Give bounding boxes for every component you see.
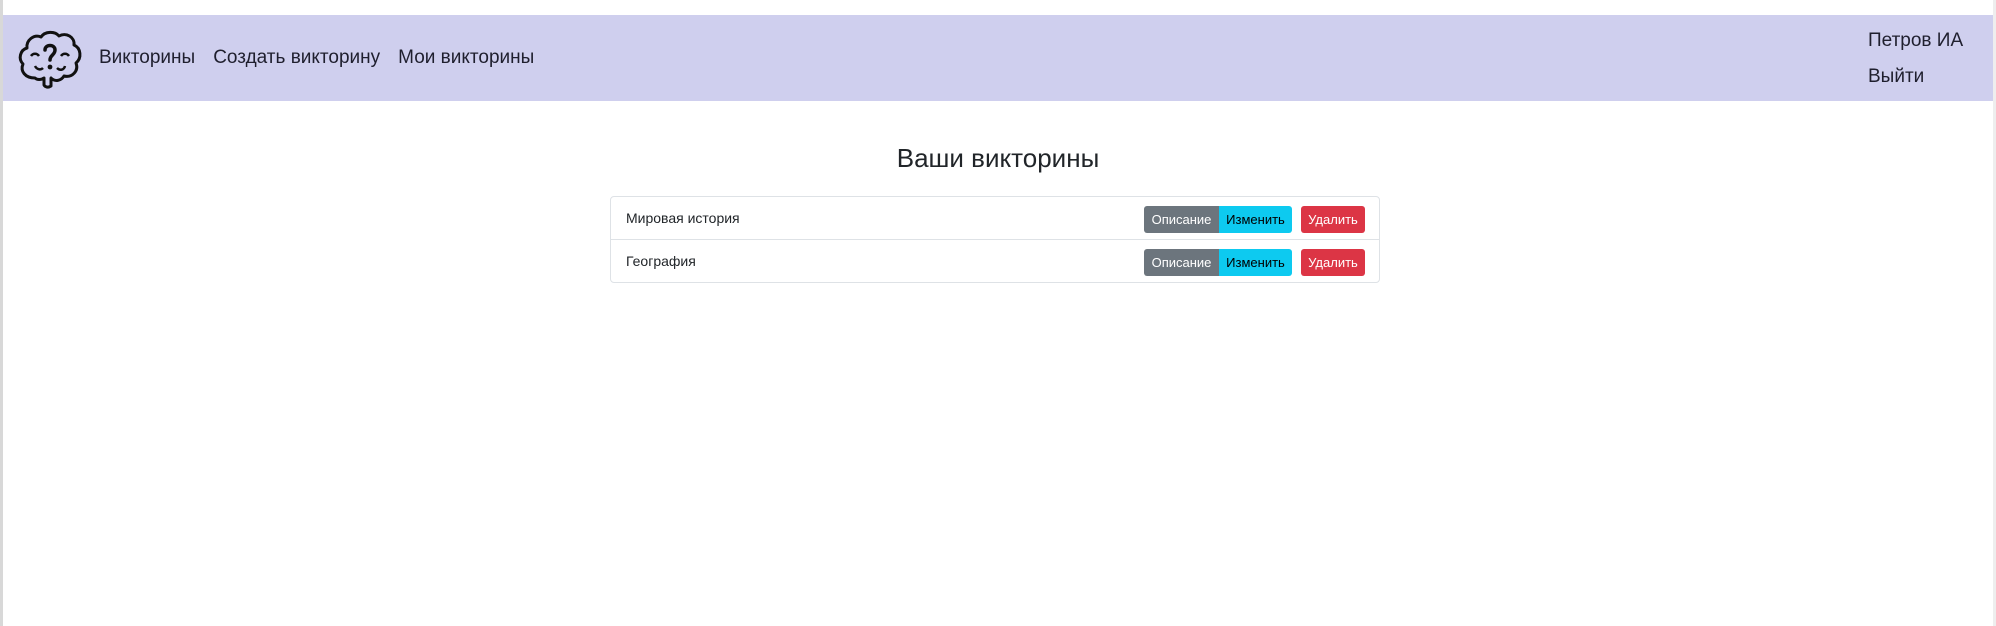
edit-button[interactable]: Изменить xyxy=(1219,249,1292,276)
nav-link-my-quizzes[interactable]: Мои викторины xyxy=(398,47,534,69)
navbar: Викторины Создать викторину Мои викторин… xyxy=(3,15,1993,101)
logout-link[interactable]: Выйти xyxy=(1868,63,1963,91)
brain-question-icon[interactable] xyxy=(17,28,83,90)
nav-link-quizzes[interactable]: Викторины xyxy=(99,47,195,69)
quiz-name: География xyxy=(626,253,696,269)
quiz-name: Мировая история xyxy=(626,210,740,226)
delete-button[interactable]: Удалить xyxy=(1301,249,1365,276)
quiz-row: География Описание Изменить Удалить xyxy=(611,240,1379,282)
edit-button[interactable]: Изменить xyxy=(1219,206,1292,233)
quiz-list: Мировая история Описание Изменить Удалит… xyxy=(610,196,1380,283)
describe-button[interactable]: Описание xyxy=(1144,249,1219,276)
page-title: Ваши викторины xyxy=(896,143,1100,173)
delete-button[interactable]: Удалить xyxy=(1301,206,1365,233)
describe-button[interactable]: Описание xyxy=(1144,206,1219,233)
quiz-row: Мировая история Описание Изменить Удалит… xyxy=(611,197,1379,240)
nav-links: Викторины Создать викторину Мои викторин… xyxy=(99,15,552,101)
user-name[interactable]: Петров ИА xyxy=(1868,27,1963,55)
nav-link-create-quiz[interactable]: Создать викторину xyxy=(213,47,380,69)
page: Викторины Создать викторину Мои викторин… xyxy=(0,0,1996,626)
user-block: Петров ИА Выйти xyxy=(1868,27,1963,91)
